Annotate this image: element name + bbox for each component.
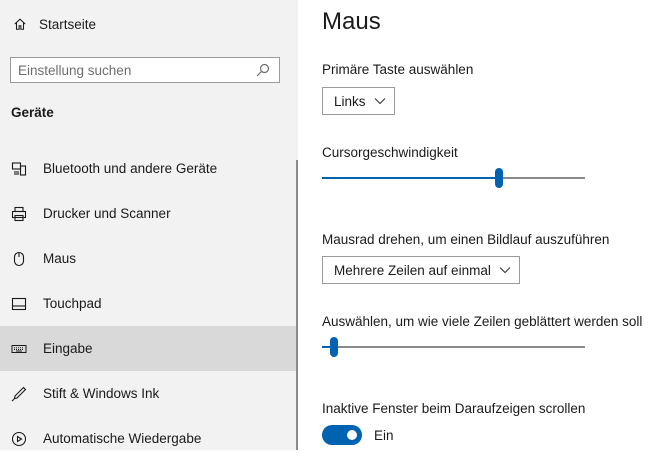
sidebar-item-touchpad[interactable]: Touchpad (0, 281, 298, 326)
sidebar-item-bluetooth[interactable]: Bluetooth und andere Geräte (0, 146, 298, 191)
toggle-switch[interactable] (322, 425, 362, 445)
toggle-state-label: Ein (374, 427, 394, 443)
inactive-scroll-toggle[interactable]: Ein (322, 425, 394, 445)
home-icon (14, 18, 26, 30)
slider-track (322, 346, 585, 348)
sidebar-item-label: Touchpad (43, 296, 102, 311)
lines-label: Auswählen, um wie viele Zeilen geblätter… (322, 314, 643, 329)
sidebar-item-label: Eingabe (43, 341, 93, 356)
chevron-down-icon (499, 267, 511, 274)
wheel-value: Mehrere Zeilen auf einmal (334, 262, 491, 278)
inactive-scroll-label: Inaktive Fenster beim Daraufzeigen scrol… (322, 401, 586, 416)
sidebar-item-mouse[interactable]: Maus (0, 236, 298, 281)
cursor-speed-slider[interactable] (322, 168, 585, 188)
slider-fill (322, 177, 499, 179)
primary-button-dropdown[interactable]: Links (322, 87, 395, 115)
toggle-knob (347, 430, 357, 440)
page-title: Maus (322, 8, 381, 35)
sidebar-item-pen[interactable]: Stift & Windows Ink (0, 371, 298, 416)
sidebar-item-printers[interactable]: Drucker und Scanner (0, 191, 298, 236)
sidebar: Startseite Geräte Bluetooth und andere G… (0, 0, 298, 450)
bluetooth-devices-icon (11, 161, 27, 177)
sidebar-item-input[interactable]: Eingabe (0, 326, 298, 371)
wheel-dropdown[interactable]: Mehrere Zeilen auf einmal (322, 256, 520, 284)
sidebar-item-label: Automatische Wiedergabe (43, 431, 202, 446)
printer-icon (11, 206, 27, 222)
touchpad-icon (11, 296, 27, 312)
autoplay-icon (11, 431, 27, 447)
cursor-speed-label: Cursorgeschwindigkeit (322, 145, 458, 160)
sidebar-scrollbar[interactable] (296, 160, 298, 450)
sidebar-item-label: Maus (43, 251, 77, 266)
slider-thumb[interactable] (330, 337, 338, 357)
sidebar-item-label: Stift & Windows Ink (43, 386, 160, 401)
primary-button-label: Primäre Taste auswählen (322, 62, 474, 77)
sidebar-item-label: Bluetooth und andere Geräte (43, 161, 218, 176)
wheel-label: Mausrad drehen, um einen Bildlauf auszuf… (322, 232, 610, 247)
keyboard-icon (11, 341, 27, 357)
search-icon[interactable] (255, 62, 271, 78)
sidebar-item-label: Drucker und Scanner (43, 206, 171, 221)
primary-button-value: Links (334, 93, 366, 109)
chevron-down-icon (374, 98, 385, 105)
lines-slider[interactable] (322, 337, 585, 357)
slider-thumb[interactable] (495, 168, 503, 188)
pen-icon (11, 386, 27, 402)
search-box[interactable] (10, 57, 280, 83)
section-title: Geräte (11, 105, 54, 120)
home-label: Startseite (39, 16, 97, 32)
mouse-icon (11, 251, 27, 267)
main-content: Maus Primäre Taste auswählen Links Curso… (322, 0, 656, 450)
search-input[interactable] (11, 62, 255, 78)
sidebar-item-autoplay[interactable]: Automatische Wiedergabe (0, 416, 298, 461)
home-link[interactable]: Startseite (13, 14, 96, 34)
